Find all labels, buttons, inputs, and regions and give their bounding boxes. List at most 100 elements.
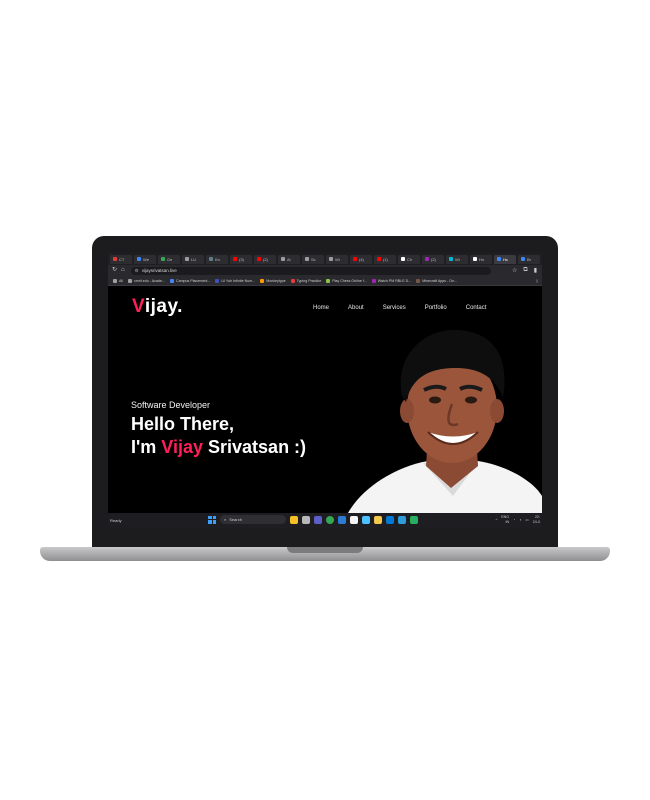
nav-about[interactable]: About: [348, 305, 364, 311]
site-info-icon[interactable]: ⚙: [135, 268, 139, 274]
nav-services[interactable]: Services: [383, 305, 406, 311]
bookmark-item[interactable]: cmrit.edu - Acade...: [128, 278, 165, 283]
tab-favicon-icon: [185, 257, 189, 261]
settings-app-icon[interactable]: [386, 515, 394, 524]
nav-home[interactable]: Home: [313, 305, 329, 311]
browser-tab[interactable]: Wi: [326, 254, 348, 264]
browser-tab[interactable]: (1): [374, 254, 396, 264]
tab-favicon-icon: [161, 257, 165, 261]
clock-time: 22:: [535, 515, 540, 519]
nav-contact[interactable]: Contact: [466, 305, 487, 311]
teams-app-icon[interactable]: [314, 515, 322, 524]
browser-tab[interactable]: Ho: [470, 254, 492, 264]
taskbar-search[interactable]: ⌕ Search: [220, 515, 286, 524]
bookmark-favicon-icon: [326, 278, 331, 283]
wifi-icon[interactable]: ◔: [513, 518, 515, 522]
bookmark-label: Monkeytype: [266, 278, 286, 283]
tab-label: CT: [119, 256, 125, 262]
tab-label: LU: [191, 256, 197, 262]
browser-tab[interactable]: Hc: [494, 254, 516, 264]
tab-label: (2): [431, 256, 436, 262]
browser-tab[interactable]: CT: [110, 254, 132, 264]
bookmark-item[interactable]: Watch PM RBLE D...: [371, 278, 412, 283]
bookmark-label: Lil Yuh Infinite Num...: [221, 278, 256, 283]
store-app-icon[interactable]: [362, 515, 370, 524]
tab-label: Wi: [455, 256, 460, 262]
browser-tab[interactable]: Br: [518, 254, 540, 264]
logo-initial: V: [132, 296, 145, 317]
laptop-notch: [287, 547, 363, 553]
nav-portfolio[interactable]: Portfolio: [425, 305, 447, 311]
widget-app-icon[interactable]: [290, 515, 298, 524]
bookmark-favicon-icon: [260, 278, 265, 283]
reload-icon[interactable]: ↻: [112, 265, 117, 276]
bookmark-item[interactable]: Lil Yuh Infinite Num...: [215, 278, 256, 283]
chrome-app-icon[interactable]: [326, 515, 334, 524]
headline-name: Vijay: [161, 437, 204, 457]
hero-headline: Hello There, I'm Vijay Srivatsan :): [131, 413, 306, 459]
search-icon: ⌕: [224, 517, 227, 522]
tab-label: Wi: [335, 256, 340, 262]
lang-text: ENG: [501, 515, 510, 519]
address-bar[interactable]: ⚙ vijaysrivatsan.live: [130, 266, 491, 275]
browser-tab[interactable]: Sc: [302, 254, 324, 264]
chevron-up-icon[interactable]: ^: [496, 518, 498, 522]
notepad-app-icon[interactable]: [350, 515, 358, 524]
browser-tab[interactable]: Ge: [158, 254, 180, 264]
all-bookmarks-icon[interactable]: ▯: [536, 279, 538, 283]
start-menu-icon[interactable]: [208, 515, 216, 524]
bookmark-label: Watch PM RBLE D...: [377, 278, 412, 283]
bookmark-favicon-icon: [169, 278, 174, 283]
volume-icon[interactable]: ◖: [519, 518, 521, 522]
tab-favicon-icon: [425, 257, 429, 261]
bookmark-label: Minecraft Apps - On...: [422, 278, 457, 283]
tab-label: (3): [239, 256, 244, 262]
edge-app-icon[interactable]: [398, 515, 406, 524]
bookmark-label: Campus Placement...: [175, 278, 211, 283]
bookmark-item[interactable]: Minecraft Apps - On...: [416, 278, 457, 283]
hero-subtitle: Software Developer: [131, 400, 211, 410]
browser-tab[interactable]: (3): [230, 254, 252, 264]
browser-tab[interactable]: (2): [254, 254, 276, 264]
home-icon[interactable]: ⌂: [121, 265, 125, 276]
bookmark-item[interactable]: Play Chess Online f...: [326, 278, 367, 283]
bookmark-item[interactable]: Monkeytype: [260, 278, 286, 283]
sidebar-icon[interactable]: ▮: [534, 267, 537, 274]
task-view-icon[interactable]: [302, 515, 310, 524]
browser-tab[interactable]: Wi: [446, 254, 468, 264]
headline-line2: I'm Vijay Srivatsan :): [131, 436, 306, 459]
tab-favicon-icon: [209, 257, 213, 261]
browser-tab[interactable]: (2): [422, 254, 444, 264]
tab-favicon-icon: [521, 257, 525, 261]
vscode-app-icon[interactable]: [338, 515, 346, 524]
bookmark-item[interactable]: Campus Placement...: [169, 278, 211, 283]
bookmark-star-icon[interactable]: ☆: [512, 267, 517, 274]
language-indicator[interactable]: ENG IN: [501, 515, 509, 524]
bookmark-label: Play Chess Online f...: [332, 278, 367, 283]
portfolio-website: Vijay. Home About Services Portfolio Con…: [108, 286, 542, 513]
bookmark-label: Typing Practice: [296, 278, 322, 283]
tab-label: Ch: [407, 256, 413, 262]
site-logo[interactable]: Vijay.: [132, 296, 183, 318]
browser-tab[interactable]: LU: [182, 254, 204, 264]
battery-icon[interactable]: ▭: [525, 518, 528, 522]
tab-label: Kn: [215, 256, 220, 262]
tab-label: (2): [263, 256, 268, 262]
browser-tab[interactable]: We: [134, 254, 156, 264]
clock[interactable]: 22: 24-0: [533, 515, 540, 524]
browser-tab[interactable]: Ch: [398, 254, 420, 264]
browser-tab[interactable]: (4): [350, 254, 372, 264]
app-icon[interactable]: [410, 515, 418, 524]
browser-tab[interactable]: Ai: [278, 254, 300, 264]
browser-tab[interactable]: Kn: [206, 254, 228, 264]
tab-label: Ai: [287, 256, 291, 262]
bookmark-item[interactable]: Typing Practice: [290, 278, 322, 283]
tab-favicon-icon: [473, 257, 477, 261]
site-nav: Home About Services Portfolio Contact: [313, 305, 505, 311]
bookmark-favicon-icon: [113, 278, 117, 283]
bookmark-item[interactable]: All: [113, 278, 123, 283]
tab-label: Ho: [479, 256, 485, 262]
file-explorer-icon[interactable]: [374, 515, 382, 524]
extensions-icon[interactable]: ⧉: [523, 267, 527, 274]
system-tray: ^ ENG IN ◔ ◖ ▭ 22: 24-0: [496, 515, 540, 524]
